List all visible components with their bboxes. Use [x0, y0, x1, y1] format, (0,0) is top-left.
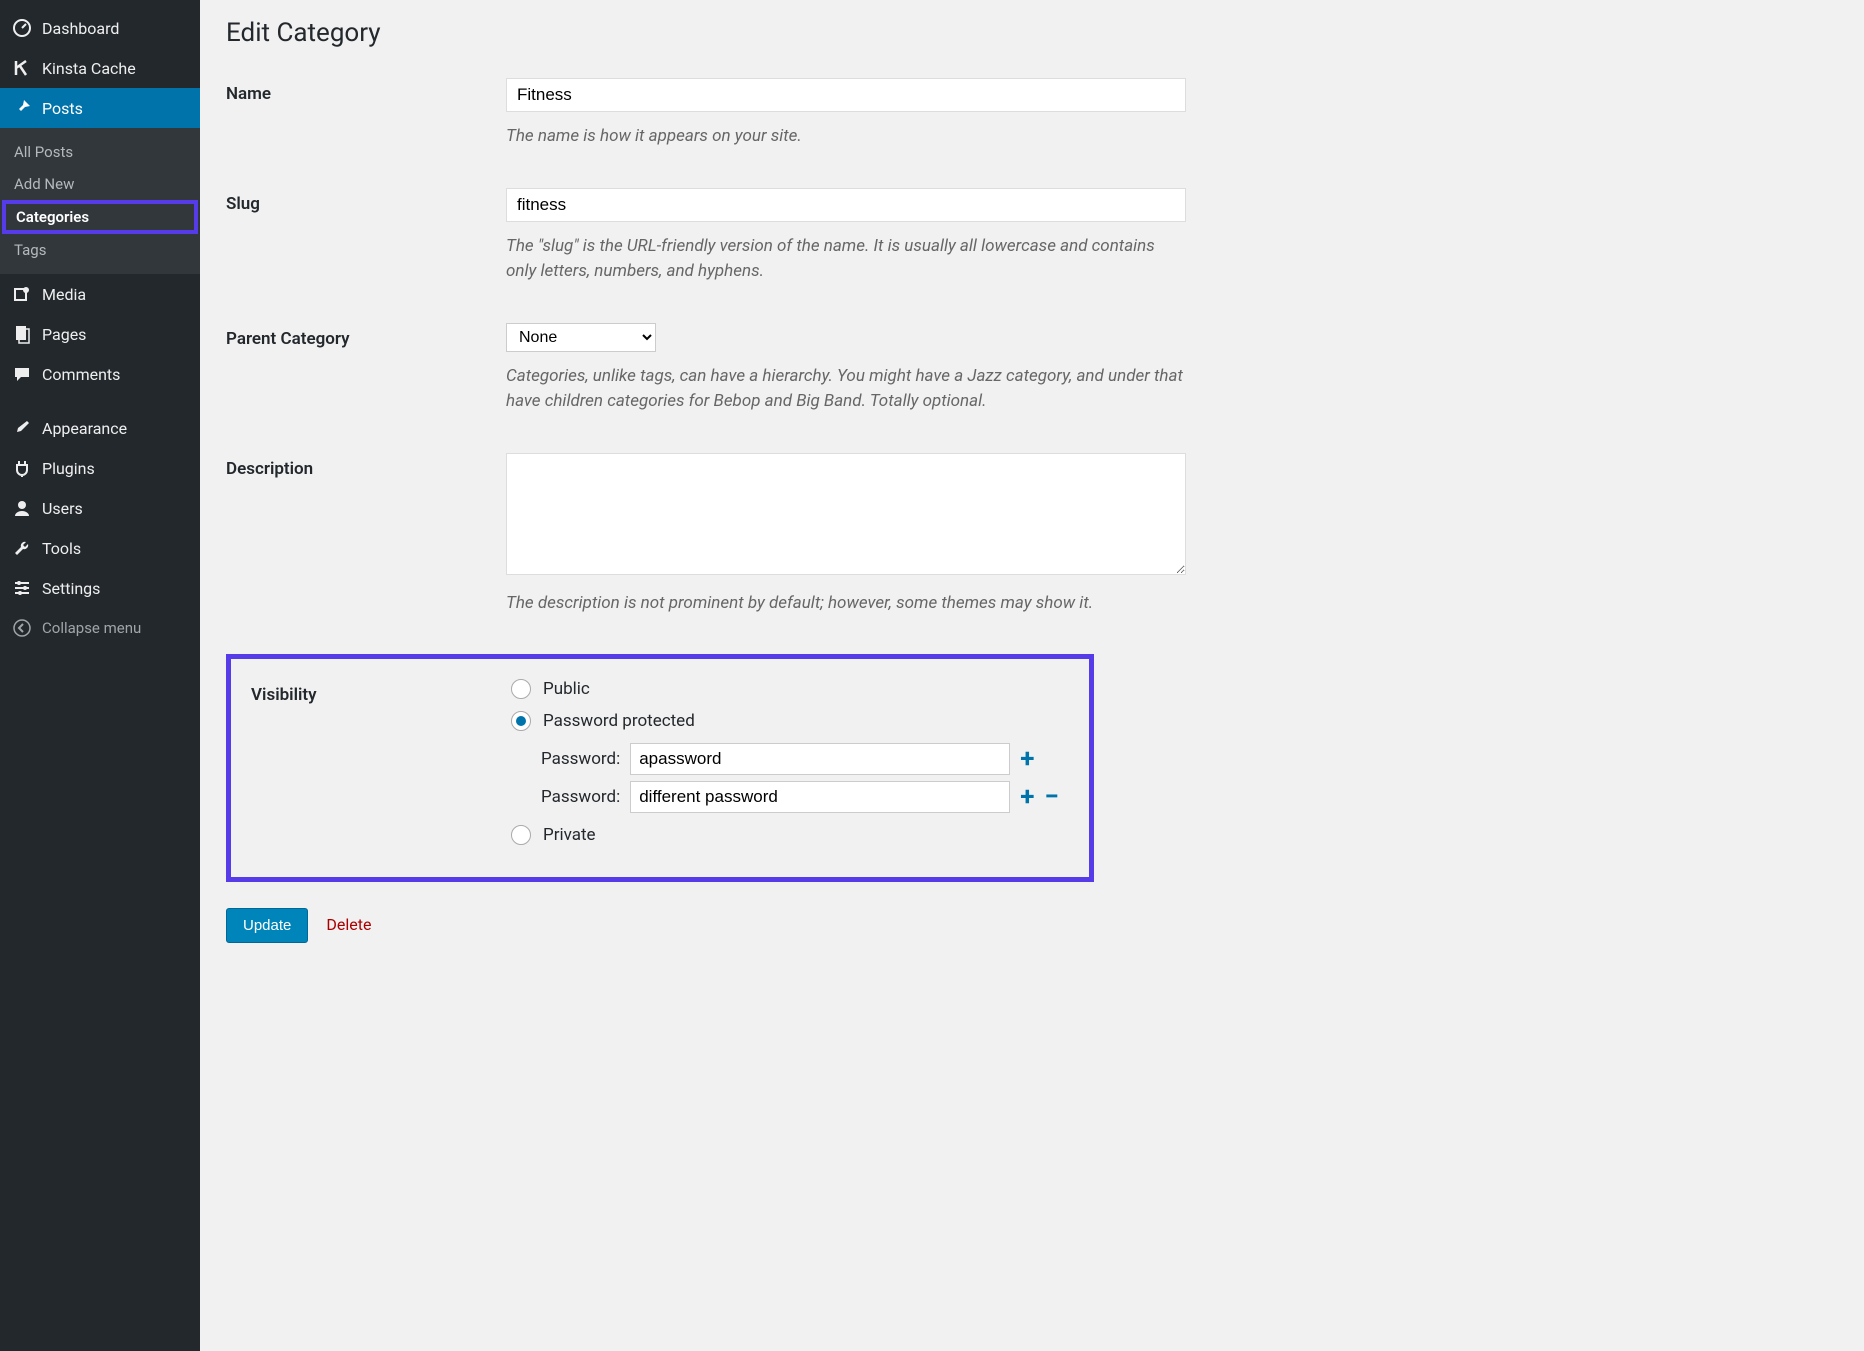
brush-icon: [12, 418, 32, 438]
sidebar-item-label: Appearance: [42, 419, 127, 438]
name-input[interactable]: [506, 78, 1186, 112]
password-row-1: Password: +: [541, 743, 1089, 775]
sidebar-item-media[interactable]: Media: [0, 274, 200, 314]
slug-label: Slug: [226, 188, 506, 214]
sidebar-item-dashboard[interactable]: Dashboard: [0, 8, 200, 48]
visibility-private[interactable]: Private: [511, 825, 1089, 845]
dashboard-icon: [12, 18, 32, 38]
password-label: Password:: [541, 749, 620, 769]
sidebar-item-kinsta[interactable]: Kinsta Cache: [0, 48, 200, 88]
radio-icon: [511, 679, 531, 699]
parent-select[interactable]: None: [506, 323, 656, 352]
radio-label: Private: [543, 825, 596, 845]
add-password-icon[interactable]: +: [1020, 744, 1034, 774]
radio-icon: [511, 711, 531, 731]
name-label: Name: [226, 78, 506, 104]
sidebar-item-users[interactable]: Users: [0, 488, 200, 528]
sidebar-item-label: Users: [42, 499, 83, 518]
password-input-1[interactable]: [630, 743, 1010, 775]
description-input[interactable]: [506, 453, 1186, 575]
sidebar-item-posts[interactable]: Posts: [0, 88, 200, 128]
comment-icon: [12, 364, 32, 384]
parent-label: Parent Category: [226, 323, 506, 349]
media-icon: [12, 284, 32, 304]
remove-password-icon[interactable]: −: [1044, 782, 1058, 812]
password-row-2: Password: + −: [541, 781, 1089, 813]
collapse-icon: [12, 618, 32, 638]
collapse-label: Collapse menu: [42, 619, 141, 637]
password-input-2[interactable]: [630, 781, 1010, 813]
description-hint: The description is not prominent by defa…: [506, 591, 1186, 617]
update-button[interactable]: Update: [226, 908, 308, 943]
sidebar-item-label: Posts: [42, 99, 83, 118]
kinsta-icon: [12, 58, 32, 78]
main-content: Edit Category Name The name is how it ap…: [200, 0, 1864, 1351]
visibility-section: Visibility Public Password protected Pas…: [226, 654, 1094, 882]
visibility-label: Visibility: [251, 679, 511, 857]
pin-icon: [12, 98, 32, 118]
sidebar-item-settings[interactable]: Settings: [0, 568, 200, 608]
sliders-icon: [12, 578, 32, 598]
sidebar-item-label: Dashboard: [42, 19, 119, 38]
sidebar-item-plugins[interactable]: Plugins: [0, 448, 200, 488]
user-icon: [12, 498, 32, 518]
submenu-tags[interactable]: Tags: [0, 234, 200, 266]
page-title: Edit Category: [226, 18, 1838, 48]
sidebar-item-comments[interactable]: Comments: [0, 354, 200, 394]
sidebar-item-pages[interactable]: Pages: [0, 314, 200, 354]
sidebar-item-label: Pages: [42, 325, 86, 344]
name-hint: The name is how it appears on your site.: [506, 124, 1186, 150]
sidebar-item-label: Media: [42, 285, 86, 304]
sidebar-item-label: Kinsta Cache: [42, 59, 136, 78]
sidebar-item-label: Plugins: [42, 459, 95, 478]
sidebar-item-label: Tools: [42, 539, 81, 558]
slug-input[interactable]: [506, 188, 1186, 222]
sidebar-item-tools[interactable]: Tools: [0, 528, 200, 568]
collapse-menu[interactable]: Collapse menu: [0, 608, 200, 648]
submenu-categories[interactable]: Categories: [2, 200, 198, 234]
parent-hint: Categories, unlike tags, can have a hier…: [506, 364, 1186, 415]
pages-icon: [12, 324, 32, 344]
radio-icon: [511, 825, 531, 845]
sidebar-item-appearance[interactable]: Appearance: [0, 408, 200, 448]
submenu-add-new[interactable]: Add New: [0, 168, 200, 200]
sidebar-item-label: Settings: [42, 579, 100, 598]
add-password-icon[interactable]: +: [1020, 782, 1034, 812]
visibility-protected[interactable]: Password protected: [511, 711, 1089, 731]
delete-link[interactable]: Delete: [326, 915, 371, 934]
radio-label: Public: [543, 679, 590, 699]
sidebar-item-label: Comments: [42, 365, 120, 384]
radio-label: Password protected: [543, 711, 695, 731]
plugin-icon: [12, 458, 32, 478]
slug-hint: The "slug" is the URL-friendly version o…: [506, 234, 1186, 285]
visibility-public[interactable]: Public: [511, 679, 1089, 699]
wrench-icon: [12, 538, 32, 558]
admin-sidebar: Dashboard Kinsta Cache Posts All Posts A…: [0, 0, 200, 1351]
description-label: Description: [226, 453, 506, 479]
posts-submenu: All Posts Add New Categories Tags: [0, 128, 200, 274]
password-label: Password:: [541, 787, 620, 807]
submenu-all-posts[interactable]: All Posts: [0, 136, 200, 168]
